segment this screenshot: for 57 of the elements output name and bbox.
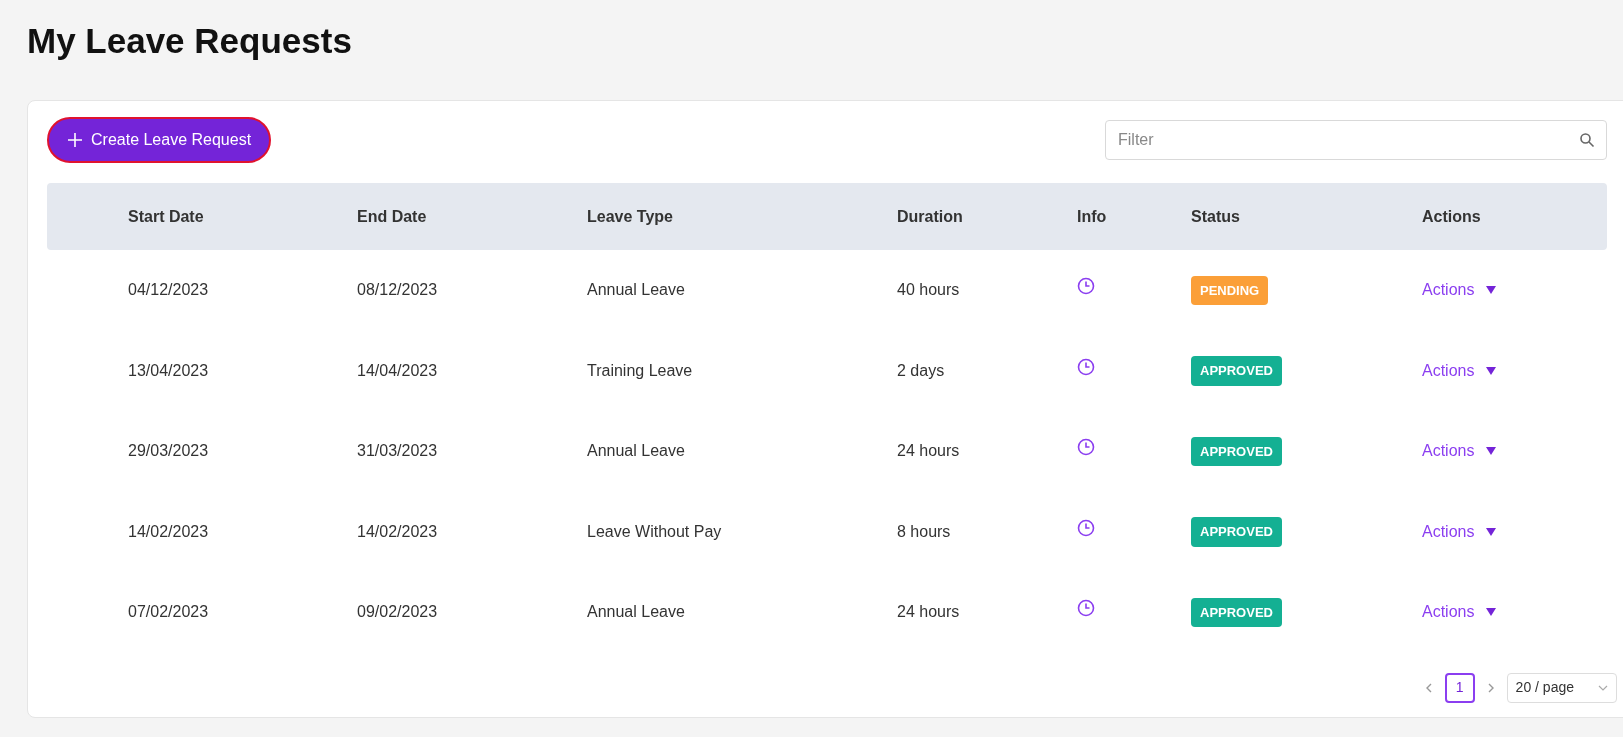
actions-dropdown[interactable]: Actions	[1422, 600, 1497, 625]
table-cell-text: 09/02/2023	[357, 602, 438, 623]
previous-page-icon[interactable]	[1424, 682, 1433, 693]
status-badge: PENDING	[1191, 275, 1269, 305]
column-header: Duration	[897, 206, 963, 227]
clock-icon[interactable]	[1077, 518, 1095, 537]
table-cell-text: 40 hours	[897, 280, 960, 301]
caret-icon	[1486, 527, 1497, 536]
actions-dropdown[interactable]: Actions	[1422, 439, 1497, 464]
clock-icon[interactable]	[1077, 357, 1095, 376]
table-cell-text: 8 hours	[897, 521, 951, 542]
table-cell-text: 14/02/2023	[128, 521, 209, 542]
status-badge: APPROVED	[1191, 436, 1282, 466]
page-size-select[interactable]: 20 / page	[1506, 672, 1617, 703]
clock-icon[interactable]	[1077, 438, 1095, 457]
caret-icon	[1486, 608, 1497, 617]
column-header: Actions	[1422, 206, 1481, 227]
table-cell-text: Training Leave	[587, 360, 693, 381]
page-title: My Leave Requests	[27, 23, 352, 58]
column-header: Info	[1077, 206, 1107, 227]
table-cell-text: 14/04/2023	[357, 360, 438, 381]
column-header: Status	[1191, 206, 1240, 227]
actions-dropdown[interactable]: Actions	[1422, 278, 1497, 303]
search-icon	[1579, 132, 1595, 148]
table-cell-text: Annual Leave	[587, 441, 685, 462]
plus-icon	[67, 132, 83, 148]
clock-icon[interactable]	[1077, 599, 1095, 618]
table-cell-text: Annual Leave	[587, 280, 685, 301]
table-cell-text: Annual Leave	[587, 602, 685, 623]
table-cell-text: Leave Without Pay	[587, 521, 722, 542]
caret-icon	[1486, 366, 1497, 375]
filter-field[interactable]: Filter	[1105, 120, 1607, 160]
actions-dropdown[interactable]: Actions	[1422, 519, 1497, 544]
table-cell-text: 29/03/2023	[128, 441, 209, 462]
table-cell-text: 24 hours	[897, 441, 960, 462]
column-header: Start Date	[128, 206, 204, 227]
table-cell-text: 14/02/2023	[357, 521, 438, 542]
caret-icon	[1486, 286, 1497, 295]
column-header: Leave Type	[587, 206, 673, 227]
actions-dropdown[interactable]: Actions	[1422, 358, 1497, 383]
table-cell-text: 24 hours	[897, 602, 960, 623]
column-header: End Date	[357, 206, 427, 227]
chevron-down-icon	[1598, 684, 1608, 691]
table-cell-text: 07/02/2023	[128, 602, 209, 623]
table-cell-text: 08/12/2023	[357, 280, 438, 301]
next-page-icon[interactable]	[1486, 682, 1495, 693]
create-leave-request-button[interactable]: Create Leave Request	[47, 117, 272, 163]
table-cell-text: 2 days	[897, 360, 945, 381]
caret-icon	[1486, 447, 1497, 456]
table-cell-text: 31/03/2023	[357, 441, 438, 462]
status-badge: APPROVED	[1191, 597, 1282, 627]
table-cell-text: 13/04/2023	[128, 360, 209, 381]
table-cell-text: 04/12/2023	[128, 280, 209, 301]
clock-icon[interactable]	[1077, 277, 1095, 296]
page-button[interactable]: 1	[1444, 672, 1475, 703]
status-badge: APPROVED	[1191, 356, 1282, 386]
status-badge: APPROVED	[1191, 517, 1282, 547]
